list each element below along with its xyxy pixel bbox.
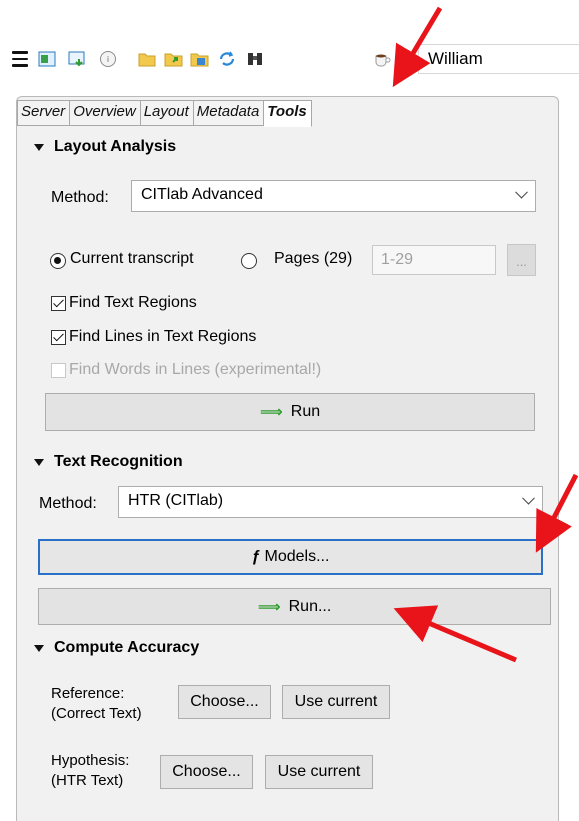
text-recognition-header[interactable]: Text Recognition xyxy=(34,453,183,471)
tab-overview[interactable]: Overview xyxy=(70,100,141,126)
hypothesis-use-current-button[interactable]: Use current xyxy=(265,755,373,789)
pages-value: 1-29 xyxy=(381,251,414,268)
tr-method-label: Method: xyxy=(39,495,97,512)
tab-layout[interactable]: Layout xyxy=(140,100,194,126)
tab-server[interactable]: Server xyxy=(17,100,71,126)
user-name-field[interactable]: William xyxy=(418,44,579,74)
reference-sublabel: (Correct Text) xyxy=(51,705,142,722)
toolbar: i William xyxy=(0,0,579,92)
la-method-label: Method: xyxy=(51,189,109,206)
save-icon[interactable] xyxy=(190,49,210,69)
pages-chooser-button[interactable]: ... xyxy=(507,244,536,276)
find-text-regions-label: Find Text Regions xyxy=(69,294,197,311)
collapse-triangle-icon xyxy=(34,644,44,652)
reference-label: Reference: xyxy=(51,685,125,702)
pages-radio[interactable] xyxy=(241,253,257,269)
tab-metadata[interactable]: Metadata xyxy=(193,100,265,126)
pages-label: Pages (29) xyxy=(274,250,353,267)
info-icon[interactable]: i xyxy=(98,49,118,69)
layout-analysis-title: Layout Analysis xyxy=(54,138,177,155)
open-folder-icon[interactable] xyxy=(164,49,184,69)
models-label: Models... xyxy=(264,548,330,565)
hypothesis-choose-button[interactable]: Choose... xyxy=(160,755,253,789)
find-text-regions-checkbox[interactable] xyxy=(51,296,66,311)
la-run-label: Run xyxy=(290,403,321,420)
reference-use-current-button[interactable]: Use current xyxy=(282,685,390,719)
user-name: William xyxy=(428,49,483,68)
chevron-down-icon xyxy=(522,491,535,505)
chevron-down-icon xyxy=(515,185,528,199)
compute-accuracy-header[interactable]: Compute Accuracy xyxy=(34,639,199,657)
find-lines-label: Find Lines in Text Regions xyxy=(69,328,257,345)
reference-choose-button[interactable]: Choose... xyxy=(178,685,271,719)
current-transcript-radio[interactable] xyxy=(50,253,66,269)
text-recognition-title: Text Recognition xyxy=(54,453,183,470)
find-lines-checkbox[interactable] xyxy=(51,330,66,345)
tab-tools[interactable]: Tools xyxy=(264,100,312,127)
tab-bar: Server Overview Layout Metadata Tools xyxy=(17,100,312,127)
tr-run-label: Run... xyxy=(288,597,332,615)
la-method-value: CITlab Advanced xyxy=(141,186,263,203)
refresh-icon[interactable] xyxy=(217,49,237,69)
collapse-triangle-icon xyxy=(34,458,44,466)
pages-input[interactable]: 1-29 xyxy=(372,245,496,275)
la-method-select[interactable]: CITlab Advanced xyxy=(131,180,536,212)
binoculars-icon[interactable] xyxy=(245,49,265,69)
la-run-button[interactable]: ⟹ Run xyxy=(45,393,535,431)
find-words-checkbox[interactable] xyxy=(51,363,66,378)
menu-icon[interactable] xyxy=(10,49,30,69)
collapse-triangle-icon xyxy=(34,143,44,151)
layout-analysis-header[interactable]: Layout Analysis xyxy=(34,138,176,156)
image-icon[interactable] xyxy=(37,49,57,69)
tr-run-button[interactable]: ⟹ Run... xyxy=(38,588,551,625)
folder-icon[interactable] xyxy=(137,49,157,69)
svg-text:i: i xyxy=(107,55,109,64)
tr-method-value: HTR (CITlab) xyxy=(128,492,224,509)
tools-panel: Server Overview Layout Metadata Tools La… xyxy=(16,96,559,821)
coffee-icon[interactable] xyxy=(373,49,393,69)
arrow-right-icon: ⟹ xyxy=(257,598,281,616)
models-button[interactable]: ƒ Models... xyxy=(38,539,543,575)
tr-method-select[interactable]: HTR (CITlab) xyxy=(118,486,543,518)
find-words-label: Find Words in Lines (experimental!) xyxy=(69,361,322,378)
hypothesis-sublabel: (HTR Text) xyxy=(51,772,124,789)
current-transcript-label: Current transcript xyxy=(70,250,194,267)
hypothesis-label: Hypothesis: xyxy=(51,752,130,769)
arrow-right-icon: ⟹ xyxy=(259,404,283,421)
quill-icon: ƒ xyxy=(251,548,261,565)
compute-accuracy-title: Compute Accuracy xyxy=(54,639,200,656)
download-icon[interactable] xyxy=(67,49,87,69)
